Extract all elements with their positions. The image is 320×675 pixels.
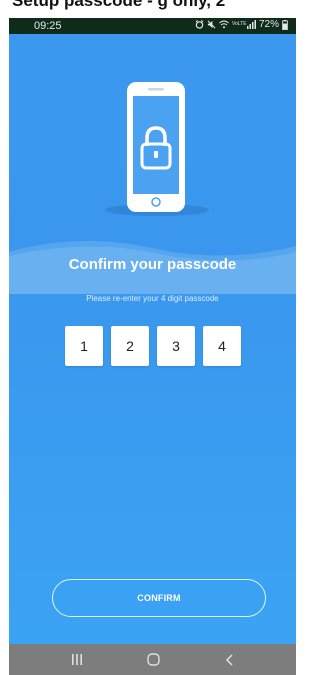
- phone-screen: 09:25 VoLTE 72% Confirm your passcode Pl…: [9, 18, 296, 675]
- passcode-digit-row: 1 2 3 4: [65, 326, 241, 366]
- status-bar: 09:25 VoLTE 72%: [9, 18, 296, 34]
- caption-text: Setup passcode - g only, 2: [12, 0, 226, 10]
- signal-icon: [246, 20, 256, 29]
- recent-apps-icon: [72, 654, 82, 665]
- status-icons: VoLTE 72%: [195, 19, 288, 30]
- page-caption: Setup passcode - g only, 2: [0, 0, 305, 18]
- home-icon: [146, 653, 160, 666]
- screen-title: Confirm your passcode: [68, 256, 237, 273]
- passcode-digit-4[interactable]: 4: [203, 326, 241, 366]
- passcode-screen: Confirm your passcode Please re-enter yo…: [9, 34, 296, 644]
- confirm-button[interactable]: CONFIRM: [52, 579, 266, 617]
- back-button[interactable]: [199, 644, 259, 675]
- recent-apps-button[interactable]: [47, 644, 107, 675]
- home-button[interactable]: [123, 644, 183, 675]
- wifi-icon: [219, 20, 229, 29]
- passcode-digit-1[interactable]: 1: [65, 326, 103, 366]
- navigation-bar: [9, 644, 296, 675]
- volte-label: VoLTE: [231, 21, 247, 27]
- battery-percent: 72%: [258, 19, 279, 30]
- mute-icon: [207, 20, 216, 29]
- back-icon: [225, 653, 233, 666]
- passcode-digit-2[interactable]: 2: [111, 326, 149, 366]
- phone-lock-illustration: [105, 82, 209, 216]
- passcode-digit-3[interactable]: 3: [157, 326, 195, 366]
- alarm-icon: [195, 20, 204, 29]
- battery-icon: [282, 19, 288, 30]
- status-time: 09:25: [34, 20, 62, 32]
- screen-subtitle: Please re-enter your 4 digit passcode: [86, 294, 219, 303]
